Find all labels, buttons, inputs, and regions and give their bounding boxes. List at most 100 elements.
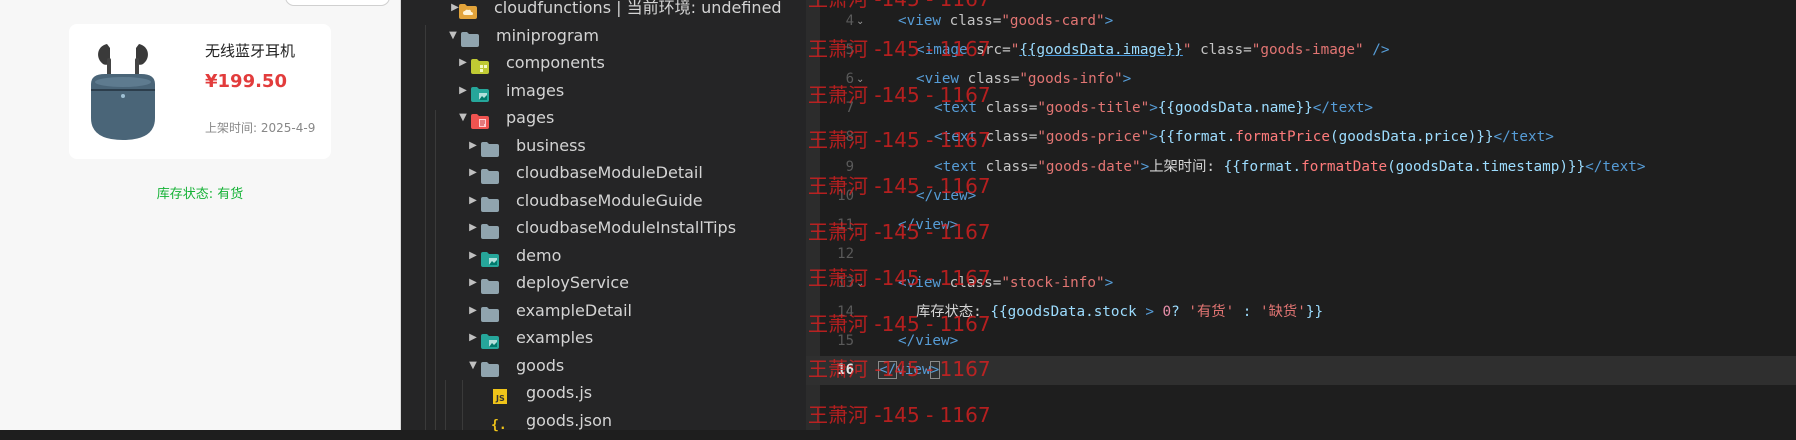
code-token: > [1364,100,1374,116]
tree-item[interactable]: ▼ goods [401,352,806,379]
fold-icon[interactable]: ⌄ [856,7,864,36]
code-token: </ [1493,129,1511,145]
chevron-down-icon[interactable]: ▼ [457,104,469,131]
code-token: < [934,129,943,145]
code-token: {{format. [1223,159,1302,175]
code-line[interactable]: 5 <image src="{{goodsData.image}}" class=… [806,36,1796,65]
code-token: "goods-price" [1037,129,1150,145]
code-token: < [934,100,943,116]
code-token: image [924,42,968,58]
code-token: text [942,100,978,116]
chevron-right-icon[interactable]: ▶ [467,159,479,186]
code-line[interactable]: 16 </view> [806,356,1796,385]
tree-item[interactable]: ▶ cloudbaseModuleInstallTips [401,214,806,241]
code-line[interactable]: 13 ⌄ <view class="stock-info"> [806,269,1796,298]
chevron-right-icon[interactable]: ▶ [467,297,479,324]
tree-item[interactable]: ▼ miniprogram [401,22,806,49]
chevron-right-icon[interactable]: ▶ [467,187,479,214]
code-token: < [934,159,943,175]
code-token: {{goodsData.stock [990,304,1146,320]
js-file-icon: JS [491,385,509,404]
code-token: ? [1171,304,1189,320]
code-line[interactable]: 6 ⌄ <view class="goods-info"> [806,65,1796,94]
chevron-right-icon[interactable]: ▶ [467,214,479,241]
code-editor[interactable]: 4 ⌄ <view class="goods-card"> 5 <image src="… [806,0,1796,430]
tree-item[interactable]: JS goods.js [401,379,806,406]
code-line[interactable]: 12 [806,240,1796,269]
code-line[interactable]: 11 </view> [806,211,1796,240]
chevron-right-icon[interactable]: ▶ [467,132,479,159]
code-token: "goods-info" [1019,71,1123,87]
code-token: text [942,129,978,145]
code-token: 上架时间: [1149,159,1224,175]
code-text: <image src="{{goodsData.image}}" class="… [916,36,1389,65]
code-token: class= [1191,42,1252,58]
folder-icon [461,28,479,47]
fold-icon[interactable]: ⌄ [856,269,864,298]
tree-item-label: goods.js [526,383,593,402]
code-token: "goods-image" [1251,42,1364,58]
line-number: 4 [845,13,854,29]
tree-item-label: exampleDetail [516,301,632,320]
code-token: text [1510,129,1546,145]
tree-item-label: cloudbaseModuleDetail [516,163,703,182]
tree-item[interactable]: ▶ exampleDetail [401,297,806,324]
chevron-right-icon[interactable]: ▶ [467,242,479,269]
code-text: </view> [898,211,958,240]
folder-images-icon [481,330,499,349]
code-token: 库存状态: [916,304,991,320]
code-token: src= [967,42,1011,58]
tree-item-label: cloudbaseModuleGuide [516,191,703,210]
code-token: </ [1585,159,1603,175]
code-line[interactable]: 14 库存状态: {{goodsData.stock > 0? '有货' : '缺… [806,298,1796,327]
code-token: "goods-date" [1037,159,1141,175]
code-token: {{goodsData.name}} [1157,100,1313,116]
file-explorer: ▶ cloudfunctions | 当前环境: undefined ▼ minipr… [401,0,806,433]
code-token: (goodsData.timestamp)}} [1387,159,1586,175]
tree-item-label: components [506,53,605,72]
tree-item[interactable]: ▶ cloudbaseModuleGuide [401,187,806,214]
tree-item[interactable]: ▼ pages [401,104,806,131]
code-token: </ [898,333,916,349]
tree-item[interactable]: ▶ cloudbaseModuleDetail [401,159,806,186]
tree-item[interactable]: ▶ examples [401,324,806,351]
chevron-down-icon[interactable]: ▼ [467,352,479,379]
code-token: </ [877,361,898,379]
code-token: }} [1305,304,1324,320]
code-text: </view> [898,327,958,356]
goods-title: 无线蓝牙耳机 [205,42,296,60]
line-number: 11 [837,217,854,233]
code-token: < [898,13,907,29]
goods-card[interactable]: 无线蓝牙耳机 ¥199.50 上架时间: 2025-4-9 [69,24,331,159]
tree-item[interactable]: ▶ cloudfunctions | 当前环境: undefined [401,0,806,21]
chevron-down-icon[interactable]: ▼ [447,22,459,49]
folder-pages-icon [471,110,489,129]
code-line[interactable]: 10 </view> [806,182,1796,211]
code-line[interactable]: 9 <text class="goods-date">上架时间: {{format… [806,153,1796,182]
tree-item[interactable]: ▶ components [401,49,806,76]
code-line[interactable]: 15 </view> [806,327,1796,356]
chevron-right-icon[interactable]: ▶ [457,77,469,104]
line-number: 15 [837,333,854,349]
tree-item-label: pages [506,108,555,127]
line-number: 16 [837,362,854,378]
chevron-right-icon[interactable]: ▶ [457,49,469,76]
chevron-right-icon[interactable]: ▶ [467,324,479,351]
code-token: </ [898,217,916,233]
tree-item[interactable]: ▶ business [401,132,806,159]
code-line[interactable]: 7 <text class="goods-title">{{goodsData.n… [806,94,1796,123]
folder-images-icon [471,83,489,102]
code-token: {{format. [1157,129,1236,145]
fold-icon[interactable]: ⌄ [856,65,864,94]
chevron-right-icon[interactable]: ▶ [467,269,479,296]
code-token: view [915,217,950,233]
code-token: "stock-info" [1001,275,1105,291]
code-line[interactable]: 8 <text class="goods-price">{{format.form… [806,123,1796,152]
tree-item[interactable]: ▶ demo [401,242,806,269]
search-bar[interactable] [285,0,390,6]
tree-item[interactable]: ▶ images [401,77,806,104]
code-line[interactable]: 4 ⌄ <view class="goods-card"> [806,7,1796,36]
line-number: 7 [845,100,854,116]
goods-date: 上架时间: 2025-4-9 [205,121,316,135]
tree-item[interactable]: ▶ deployService [401,269,806,296]
